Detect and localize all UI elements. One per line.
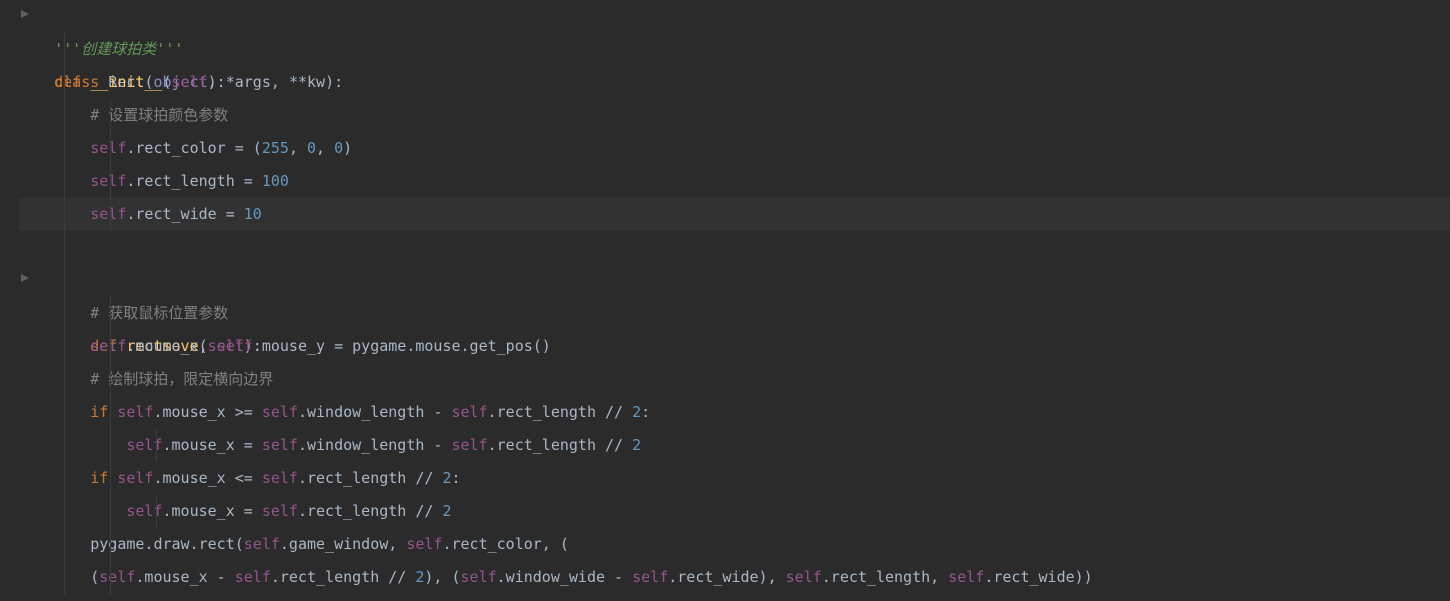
code-line[interactable]: self.rect_length = 100 [18,165,1450,198]
code-line-blank[interactable] [18,231,1450,264]
fold-marker-icon[interactable] [20,273,30,283]
keyword: def [54,73,81,91]
comment: # 绘制球拍，限定横向边界 [90,370,273,388]
code-line[interactable]: # 绘制球拍，限定横向边界 [18,363,1450,396]
code-line[interactable]: self.mouse_x = self.window_length - self… [18,429,1450,462]
code-line[interactable]: # 设置球拍颜色参数 [18,99,1450,132]
code-line[interactable]: if self.mouse_x <= self.rect_length // 2… [18,462,1450,495]
code-line[interactable]: def __init__(self, *args, **kw): [18,66,1450,99]
code-line[interactable]: pygame.draw.rect(self.game_window, self.… [18,528,1450,561]
code-line-current[interactable]: self.rect_wide = 10 [18,198,1450,231]
code-line[interactable]: self.mouse_x, self.mouse_y = pygame.mous… [18,330,1450,363]
code-line[interactable]: class Rect(object): [18,0,1450,33]
docstring: '''创建球拍类''' [54,40,183,58]
code-line[interactable]: if self.mouse_x >= self.window_length - … [18,396,1450,429]
code-line[interactable]: self.mouse_x = self.rect_length // 2 [18,495,1450,528]
code-line[interactable]: def rectmove(self): [18,264,1450,297]
code-line[interactable]: self.rect_color = (255, 0, 0) [18,132,1450,165]
code-line[interactable]: # 获取鼠标位置参数 [18,297,1450,330]
self-param: self [172,73,208,91]
code-line[interactable]: (self.mouse_x - self.rect_length // 2), … [18,561,1450,594]
code-line[interactable]: '''创建球拍类''' [18,33,1450,66]
fold-marker-icon[interactable] [20,9,30,19]
code-editor[interactable]: class Rect(object): '''创建球拍类''' def __in… [0,0,1450,594]
function-name: __init__ [90,73,162,91]
